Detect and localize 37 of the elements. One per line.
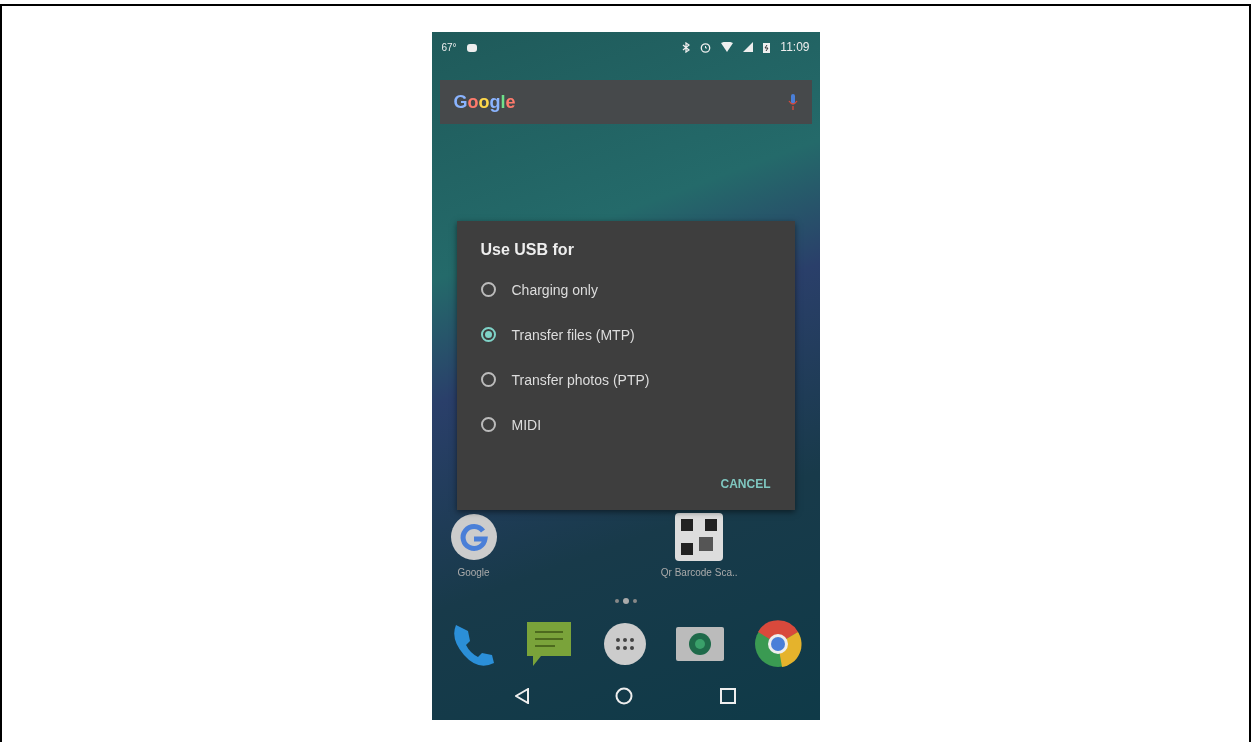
alarm-icon xyxy=(700,41,712,53)
app-label: Google xyxy=(457,567,490,578)
dialog-title: Use USB for xyxy=(480,241,575,259)
bluetooth-icon xyxy=(682,41,691,53)
chat-bubble-icon[interactable] xyxy=(525,620,573,668)
option-label: Transfer files (MTP) xyxy=(511,326,635,343)
option-label: Transfer photos (PTP) xyxy=(511,371,650,388)
temperature-text: 67° xyxy=(441,41,457,53)
radio-option[interactable]: MIDI xyxy=(480,402,771,447)
radio-option[interactable]: Charging only xyxy=(480,267,771,312)
option-label: MIDI xyxy=(511,416,542,433)
time-text: 11:09 xyxy=(780,40,810,54)
app-label: Qr Barcode Sca.. xyxy=(660,567,738,578)
wifi-icon xyxy=(721,42,734,52)
signal-icon xyxy=(743,42,754,52)
app-grid-icon[interactable] xyxy=(602,622,647,666)
radio-button[interactable] xyxy=(480,282,496,297)
radio-button[interactable] xyxy=(480,372,496,387)
radio-option[interactable]: Transfer files (MTP) xyxy=(480,312,771,357)
back-icon[interactable] xyxy=(514,688,529,704)
app-shortcut[interactable]: Google xyxy=(449,513,498,578)
battery-icon xyxy=(763,41,771,53)
search-bar[interactable]: Google xyxy=(439,80,812,124)
google-app-icon xyxy=(449,513,498,561)
radio-option[interactable]: Transfer photos (PTP) xyxy=(480,357,771,402)
option-label: Charging only xyxy=(511,281,598,298)
camera-icon[interactable] xyxy=(676,625,724,663)
home-icon[interactable] xyxy=(615,687,634,705)
recents-icon[interactable] xyxy=(720,688,737,704)
radio-button[interactable] xyxy=(480,327,496,342)
qr-code-icon xyxy=(675,513,724,561)
google-logo: Google xyxy=(453,91,516,113)
microphone-icon xyxy=(787,94,798,110)
app-shortcut[interactable]: Qr Barcode Sca.. xyxy=(660,513,738,578)
radio-button[interactable] xyxy=(480,417,496,432)
cancel-button[interactable]: CANCEL xyxy=(720,471,771,497)
chrome-icon[interactable] xyxy=(753,620,802,668)
